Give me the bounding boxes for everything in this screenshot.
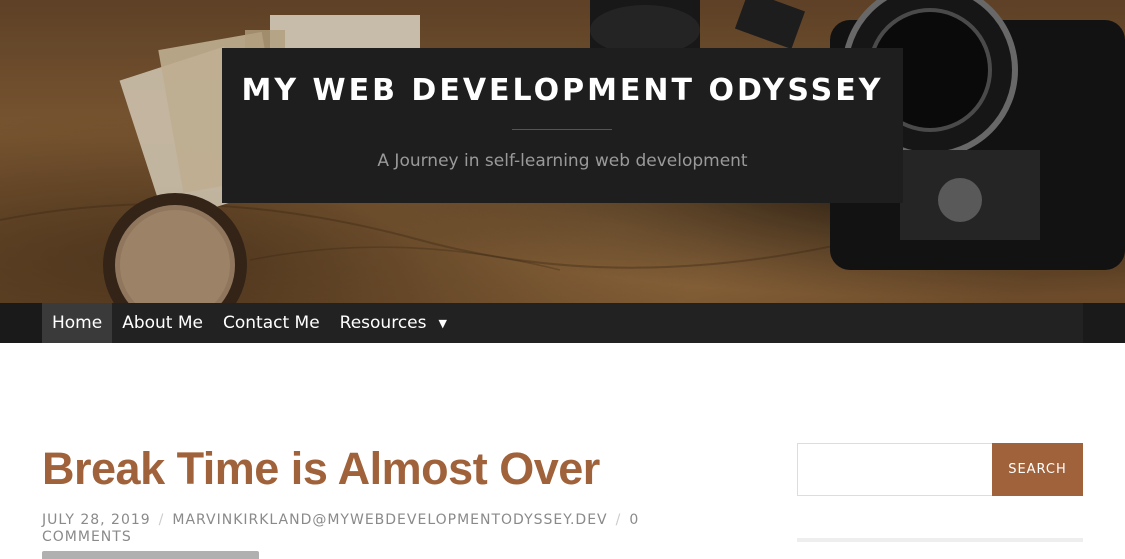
post-author[interactable]: MARVINKIRKLAND@MYWEBDEVELOPMENTODYSSEY.D… [172,512,607,528]
nav-item-contact-me[interactable]: Contact Me [213,303,330,343]
sidebar-widget-divider [797,538,1083,542]
meta-separator: / [615,512,622,528]
nav-item-label: About Me [122,313,203,333]
main-navigation: Home About Me Contact Me Resources ▼ [0,303,1125,343]
site-branding-box: MY WEB DEVELOPMENT ODYSSEY A Journey in … [222,48,903,203]
search-input[interactable] [797,443,992,496]
nav-menu: Home About Me Contact Me Resources ▼ [42,303,1083,343]
meta-separator: / [158,512,165,528]
sidebar-search-form: SEARCH [797,443,1083,496]
post-meta: JULY 28, 2019 / MARVINKIRKLAND@MYWEBDEVELO… [42,512,662,546]
post-featured-image [42,551,259,559]
site-tagline: A Journey in self-learning web developme… [377,151,748,171]
caret-down-icon: ▼ [438,316,447,330]
nav-item-resources[interactable]: Resources ▼ [330,303,457,343]
nav-item-label: Contact Me [223,313,320,333]
search-button[interactable]: SEARCH [992,443,1083,496]
post-date[interactable]: JULY 28, 2019 [42,512,151,528]
nav-item-home[interactable]: Home [42,303,113,343]
title-divider [512,129,612,130]
header-hero-image: MY WEB DEVELOPMENT ODYSSEY A Journey in … [0,0,1125,303]
nav-item-about-me[interactable]: About Me [112,303,213,343]
nav-item-label: Resources [339,313,427,333]
site-title[interactable]: MY WEB DEVELOPMENT ODYSSEY [222,76,903,106]
nav-item-label: Home [52,313,103,333]
post-title[interactable]: Break Time is Almost Over [42,444,600,494]
